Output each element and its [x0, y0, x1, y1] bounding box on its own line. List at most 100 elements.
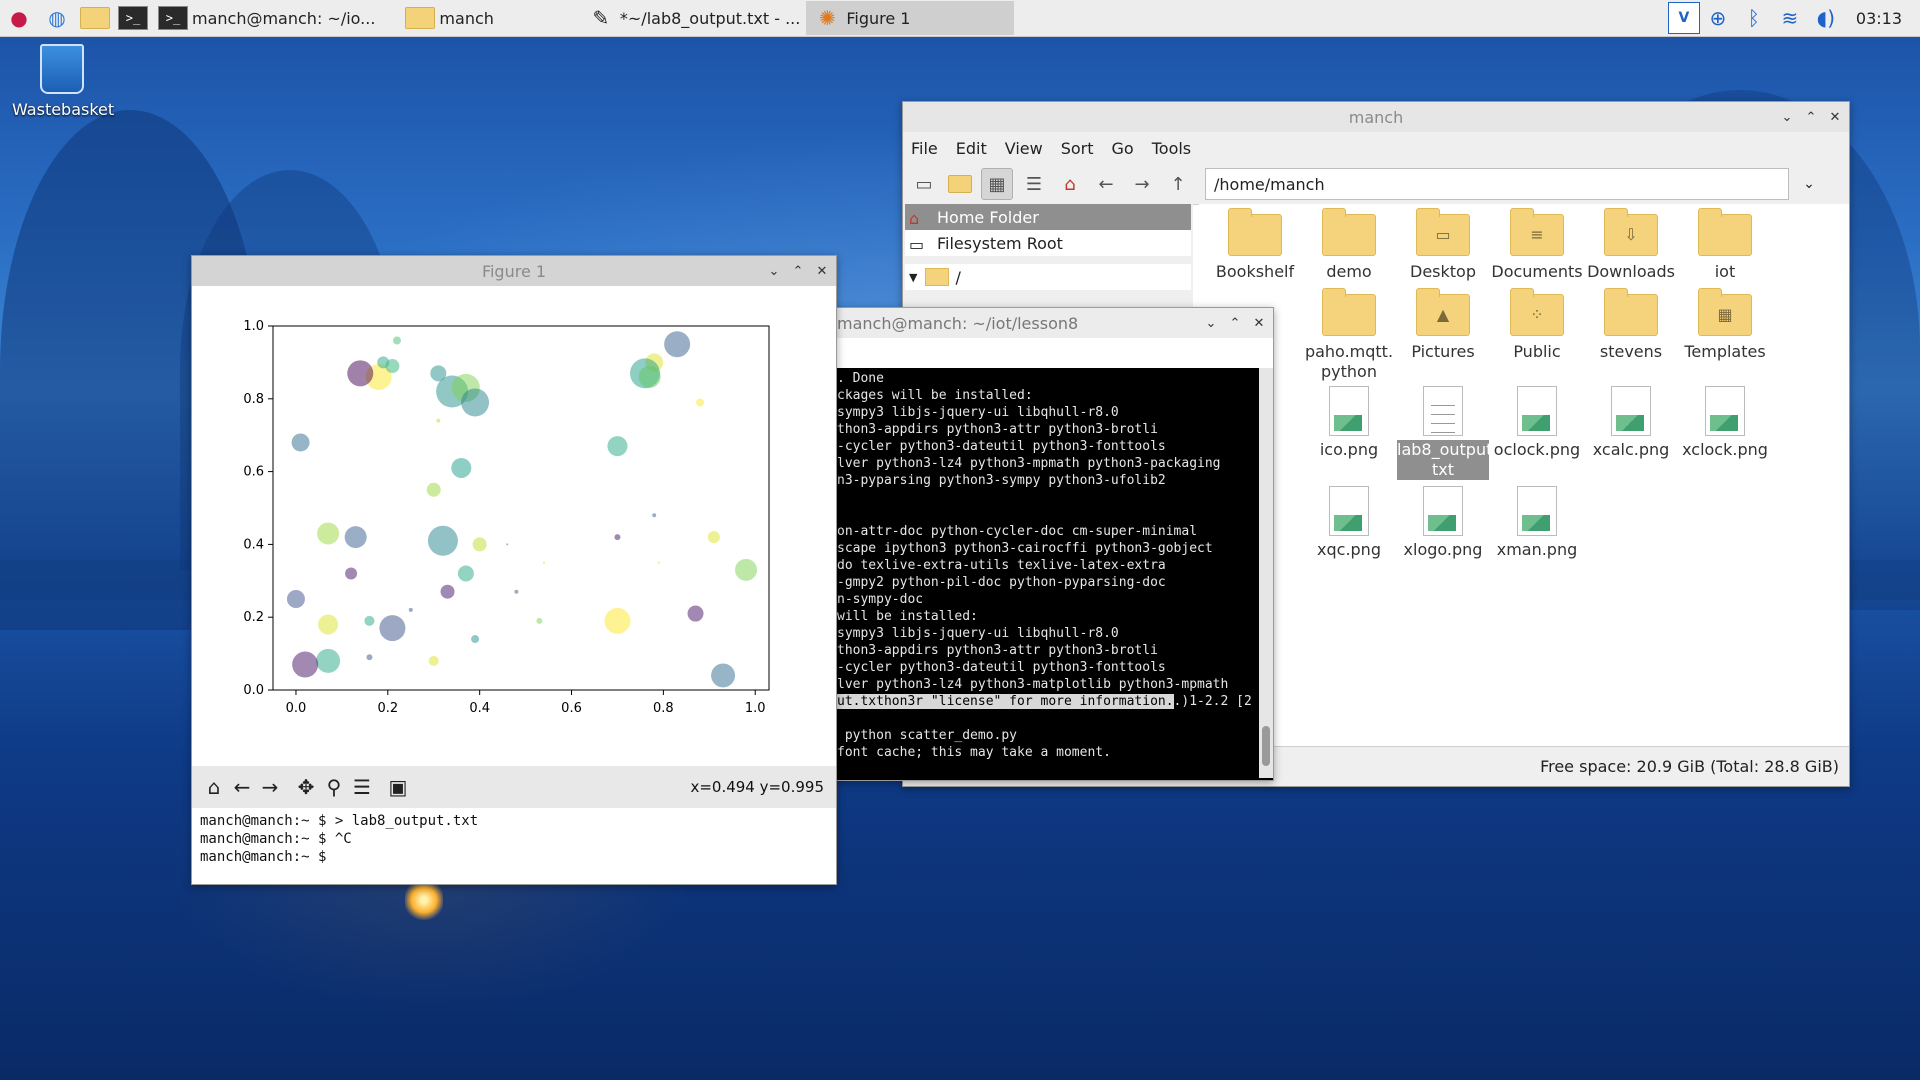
- menu-sort[interactable]: Sort: [1061, 139, 1094, 158]
- close-icon[interactable]: ✕: [814, 264, 830, 279]
- bluetooth-icon[interactable]: ᛒ: [1736, 2, 1772, 34]
- file-item-label: Desktop: [1410, 262, 1476, 281]
- list-view-icon[interactable]: ☰: [1019, 169, 1049, 199]
- file-item[interactable]: lab8_output. txt: [1397, 384, 1498, 480]
- new-folder-icon[interactable]: [945, 169, 975, 199]
- volume-icon[interactable]: ◖): [1808, 2, 1844, 34]
- terminal-launcher-icon[interactable]: >_: [117, 2, 149, 34]
- close-icon[interactable]: ✕: [1251, 316, 1267, 331]
- file-manager-launcher-icon[interactable]: [79, 2, 111, 34]
- image-file-icon: [1517, 386, 1557, 436]
- file-item-label: lab8_output. txt: [1397, 440, 1498, 480]
- file-item[interactable]: xman.png: [1491, 484, 1583, 560]
- figure-titlebar[interactable]: Figure 1 ⌄ ⌃ ✕: [192, 256, 836, 286]
- scatter-point: [366, 654, 373, 661]
- file-item[interactable]: ⇩ Downloads: [1585, 208, 1677, 282]
- icon-view-icon[interactable]: ▦: [981, 168, 1013, 200]
- wifi-icon[interactable]: ≋: [1772, 2, 1808, 34]
- task-text-editor[interactable]: ✎ *~/lab8_output.txt - ...: [580, 1, 806, 35]
- task-terminal[interactable]: >_ manch@manch: ~/io...: [152, 1, 381, 35]
- home-folder-icon: ⌂: [909, 209, 920, 228]
- folder-icon: [1698, 208, 1752, 256]
- trash-icon: [40, 44, 84, 94]
- folder-icon: [1228, 208, 1282, 256]
- terminal-scrollbar[interactable]: [1259, 368, 1273, 778]
- task-figure[interactable]: ✺ Figure 1: [806, 1, 1015, 35]
- minimize-icon[interactable]: ⌄: [1203, 316, 1219, 331]
- selected-text: ut.txthon3r "license" for more informati…: [837, 694, 1174, 709]
- file-item-label: Templates: [1684, 342, 1766, 361]
- tree-root[interactable]: ▼ /: [905, 264, 1191, 290]
- maximize-icon[interactable]: ⌃: [1803, 110, 1819, 125]
- configure-subplots-icon[interactable]: ☰: [348, 772, 376, 802]
- new-window-icon[interactable]: ▭: [909, 169, 939, 199]
- minimize-icon[interactable]: ⌄: [1779, 110, 1795, 125]
- file-item[interactable]: ▭ Desktop: [1397, 208, 1489, 282]
- file-item[interactable]: ▦ Templates: [1679, 288, 1771, 362]
- menu-view[interactable]: View: [1005, 139, 1043, 158]
- file-item[interactable]: paho.mqtt. python: [1303, 288, 1395, 382]
- scatter-point: [638, 365, 661, 388]
- file-manager-titlebar[interactable]: manch ⌄ ⌃ ✕: [903, 102, 1849, 132]
- terminal-titlebar[interactable]: manch@manch: ~/iot/lesson8 ⌄ ⌃ ✕: [829, 308, 1273, 338]
- up-icon[interactable]: ↑: [1163, 169, 1193, 199]
- menu-file[interactable]: File: [911, 139, 938, 158]
- updates-icon[interactable]: ⊕: [1700, 2, 1736, 34]
- terminal-line: python scatter_demo.py: [837, 728, 1018, 743]
- zoom-icon[interactable]: ⚲: [320, 772, 348, 802]
- y-tick-label: 0.8: [243, 392, 264, 407]
- file-item[interactable]: xcalc.png: [1585, 384, 1677, 460]
- file-item[interactable]: xqc.png: [1303, 484, 1395, 560]
- file-item[interactable]: ico.png: [1303, 384, 1395, 460]
- text-file-icon: [1423, 386, 1463, 436]
- path-dropdown-icon[interactable]: ⌄: [1795, 176, 1823, 192]
- save-icon[interactable]: ▣: [384, 772, 412, 802]
- close-icon[interactable]: ✕: [1827, 110, 1843, 125]
- web-browser-icon[interactable]: ◍: [41, 2, 73, 34]
- tree-expander-icon[interactable]: ▼: [909, 271, 917, 284]
- sidebar-item-root[interactable]: ▭ Filesystem Root: [905, 230, 1191, 256]
- menu-edit[interactable]: Edit: [956, 139, 987, 158]
- wastebasket-desktop-icon[interactable]: Wastebasket: [12, 44, 114, 119]
- maximize-icon[interactable]: ⌃: [1227, 316, 1243, 331]
- x-tick-label: 1.0: [745, 701, 766, 716]
- clock[interactable]: 03:13: [1844, 9, 1920, 28]
- file-item[interactable]: ▲ Pictures: [1397, 288, 1489, 362]
- terminal-line: lver python3-lz4 python3-matplotlib pyth…: [837, 677, 1229, 692]
- path-input[interactable]: /home/manch: [1205, 168, 1789, 200]
- menu-go[interactable]: Go: [1112, 139, 1134, 158]
- file-item[interactable]: ≡ Documents: [1491, 208, 1583, 282]
- folder-icon: [925, 268, 950, 286]
- raspberry-menu-icon[interactable]: ●: [3, 2, 35, 34]
- forward-icon[interactable]: →: [256, 772, 284, 802]
- file-item[interactable]: xclock.png: [1679, 384, 1771, 460]
- minimize-icon[interactable]: ⌄: [766, 264, 782, 279]
- maximize-icon[interactable]: ⌃: [790, 264, 806, 279]
- back-icon[interactable]: ←: [1091, 169, 1121, 199]
- x-tick-label: 0.2: [377, 701, 398, 716]
- plot-canvas[interactable]: 0.0 0.2 0.4 0.6 0.8 1.0 0.0 0.2 0.4 0.6 0.8 1.0: [192, 286, 836, 756]
- pan-icon[interactable]: ✥: [292, 772, 320, 802]
- file-item[interactable]: iot: [1679, 208, 1771, 282]
- home-icon[interactable]: ⌂: [1055, 169, 1085, 199]
- file-item[interactable]: xlogo.png: [1397, 484, 1489, 560]
- terminal-menu-strip: [829, 338, 1273, 368]
- console-text[interactable]: manch@manch:~ $ > lab8_output.txt manch@m…: [192, 808, 836, 884]
- file-item[interactable]: oclock.png: [1491, 384, 1583, 460]
- file-item[interactable]: stevens: [1585, 288, 1677, 362]
- file-item[interactable]: Bookshelf: [1209, 208, 1301, 282]
- back-icon[interactable]: ←: [228, 772, 256, 802]
- scatter-point: [607, 436, 628, 457]
- figure-window: Figure 1 ⌄ ⌃ ✕ 0.0 0.2 0.4 0.6 0.8 1.0 0.0 0.2 0…: [191, 255, 837, 885]
- forward-icon[interactable]: →: [1127, 169, 1157, 199]
- terminal-output[interactable]: . Done ckages will be installed: sympy3 li…: [829, 368, 1265, 780]
- file-item[interactable]: demo: [1303, 208, 1395, 282]
- scatter-point: [542, 561, 545, 564]
- file-item[interactable]: ⁘ Public: [1491, 288, 1583, 362]
- home-icon[interactable]: ⌂: [200, 772, 228, 802]
- sidebar-item-home[interactable]: ⌂ Home Folder: [905, 204, 1191, 230]
- task-file-manager[interactable]: manch: [399, 1, 499, 35]
- vnc-icon[interactable]: V: [1667, 2, 1700, 34]
- menu-tools[interactable]: Tools: [1152, 139, 1191, 158]
